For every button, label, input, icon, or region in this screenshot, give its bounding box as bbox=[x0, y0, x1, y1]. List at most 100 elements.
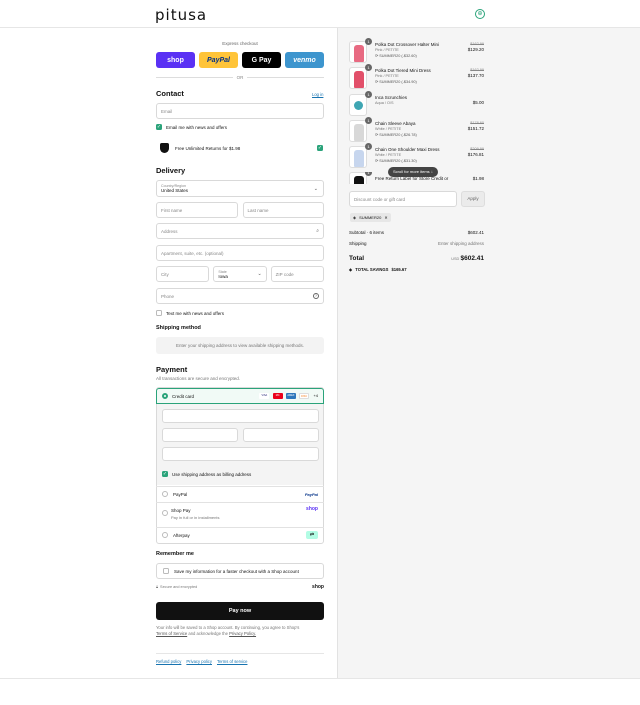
email-field[interactable]: Email bbox=[156, 103, 324, 119]
shield-icon bbox=[160, 143, 169, 153]
google-pay-button[interactable]: G Pay bbox=[242, 52, 281, 68]
more-cards-label: +4 bbox=[313, 393, 318, 399]
card-brands: VISA MC AMEX DISC +4 bbox=[257, 393, 318, 399]
apply-button[interactable]: Apply bbox=[461, 191, 485, 207]
save-info-checkbox[interactable] bbox=[163, 568, 169, 574]
product-name: Chain One Shoulder Maxi Dress bbox=[375, 147, 440, 152]
payment-title: Payment bbox=[156, 365, 188, 374]
help-icon[interactable]: ? bbox=[313, 293, 319, 299]
legal-text: Your info will be saved to a Shop accoun… bbox=[156, 625, 300, 636]
zip-field[interactable]: ZIP code bbox=[270, 266, 324, 282]
visa-icon: VISA bbox=[259, 393, 270, 399]
product-image bbox=[349, 41, 367, 63]
apartment-field[interactable]: Apartment, suite, etc. (optional) bbox=[156, 245, 324, 261]
footer-divider bbox=[0, 678, 640, 679]
paypal-option[interactable]: PayPal PayPal bbox=[156, 486, 324, 501]
product-shape bbox=[354, 176, 364, 184]
quantity-badge: 1 bbox=[365, 91, 372, 98]
expiration-field[interactable] bbox=[162, 428, 238, 442]
shipping-value: Enter shipping address bbox=[437, 241, 484, 246]
refund-policy-link[interactable]: Refund policy bbox=[156, 659, 181, 664]
paypal-radio[interactable] bbox=[162, 491, 168, 497]
credit-card-radio[interactable] bbox=[162, 393, 168, 399]
or-divider: OR bbox=[156, 73, 324, 81]
shop-pay-radio[interactable] bbox=[162, 510, 168, 516]
shop-pay-button[interactable]: shop bbox=[156, 52, 195, 68]
product-price: $137.70 bbox=[467, 73, 484, 78]
card-number-field[interactable] bbox=[162, 409, 319, 423]
billing-address-checkbox[interactable]: ✓ bbox=[162, 471, 168, 477]
card-form: ✓ Use shipping address as billing addres… bbox=[156, 404, 324, 485]
phone-field[interactable]: Phone ? bbox=[156, 288, 324, 304]
login-link[interactable]: Log in bbox=[312, 92, 323, 97]
afterpay-label: Afterpay bbox=[173, 532, 190, 538]
shipping-method-title: Shipping method bbox=[156, 325, 201, 331]
email-news-label: Email me with news and offers bbox=[166, 124, 227, 130]
afterpay-radio[interactable] bbox=[162, 532, 168, 538]
name-on-card-field[interactable] bbox=[162, 447, 319, 461]
email-news-checkbox[interactable]: ✓ bbox=[156, 124, 162, 130]
afterpay-icon: ⇄ bbox=[306, 531, 318, 539]
product-price: $176.81 bbox=[467, 152, 484, 157]
amex-icon: AMEX bbox=[285, 393, 296, 399]
product-image bbox=[349, 67, 367, 89]
quantity-badge: 1 bbox=[365, 143, 372, 150]
product-name: Polka Dot Tiered Mini Dress bbox=[375, 68, 431, 73]
paypal-logo: PayPal bbox=[304, 491, 318, 497]
product-name: Chain Sleeve Abaya bbox=[375, 121, 416, 126]
returns-protection-checkbox[interactable]: ✓ bbox=[317, 145, 323, 151]
privacy-policy-link[interactable]: Privacy policy bbox=[186, 659, 212, 664]
cart-item: 1 Polka Dot Crossover Halter Mini Pink / P… bbox=[349, 38, 484, 63]
applied-discount-tag: ◈ SUMMER20 ✕ bbox=[350, 213, 391, 222]
product-discount: ⟳ SUMMER20 (-$32.60) bbox=[375, 54, 417, 58]
cart-item: 1 Polka Dot Tiered Mini Dress Pink / PETIT… bbox=[349, 64, 484, 89]
discover-icon: DISC bbox=[299, 393, 310, 399]
venmo-button[interactable]: venmo bbox=[285, 52, 324, 68]
quantity-badge: 1 bbox=[365, 38, 372, 45]
express-buttons: shop PayPal G Pay venmo bbox=[156, 52, 324, 68]
shipping-method-message: Enter your shipping address to view avai… bbox=[156, 337, 324, 354]
quantity-badge: 1 bbox=[365, 117, 372, 124]
product-shape bbox=[354, 101, 363, 110]
shop-logo: shop bbox=[312, 584, 324, 590]
product-image bbox=[349, 120, 367, 142]
remove-icon[interactable]: ✕ bbox=[384, 213, 387, 222]
state-select[interactable]: State Iowa ⌄ bbox=[213, 266, 267, 282]
store-logo[interactable]: pitusa bbox=[155, 6, 207, 24]
discount-code-field[interactable]: Discount code or gift card bbox=[349, 191, 457, 207]
scroll-hint[interactable]: Scroll for more items ↓ bbox=[388, 167, 438, 177]
text-news-label: Text me with news and offers bbox=[166, 310, 224, 316]
product-name: Inca Scrunchies bbox=[375, 95, 408, 100]
arrow-down-icon: ↓ bbox=[430, 169, 433, 174]
afterpay-option[interactable]: Afterpay ⇄ bbox=[156, 527, 324, 542]
terms-of-service-link[interactable]: Terms of service bbox=[217, 659, 247, 664]
credit-card-label: Credit card bbox=[172, 393, 195, 399]
first-name-field[interactable]: First name bbox=[156, 202, 238, 218]
pay-now-button[interactable]: Pay now bbox=[156, 602, 324, 620]
shop-privacy-link[interactable]: Privacy Policy. bbox=[229, 631, 256, 636]
address-field[interactable]: Address ⌕ bbox=[156, 223, 324, 239]
cart-item: 1 Chain Sleeve Abaya White / PETITE ⟳ SUMME… bbox=[349, 117, 484, 142]
shop-pay-option[interactable]: Shop Pay Pay in full or in installments … bbox=[156, 502, 324, 523]
city-field[interactable]: City bbox=[156, 266, 210, 282]
last-name-field[interactable]: Last name bbox=[242, 202, 324, 218]
cart-item: 1 Chain One Shoulder Maxi Dress White / PE… bbox=[349, 143, 484, 168]
footer-links: Refund policy Privacy policy Terms of se… bbox=[156, 659, 324, 664]
credit-card-option[interactable]: Credit card VISA MC AMEX DISC +4 bbox=[156, 388, 324, 404]
payment-subtitle: All transactions are secure and encrypte… bbox=[156, 376, 241, 381]
bag-icon[interactable]: ⊕ bbox=[475, 9, 485, 19]
paypal-button[interactable]: PayPal bbox=[199, 52, 238, 68]
lock-icon: 🔒︎ bbox=[156, 585, 159, 589]
chevron-down-icon: ⌄ bbox=[257, 271, 262, 277]
country-select[interactable]: Country/Region United States ⌄ bbox=[156, 180, 324, 197]
security-code-field[interactable] bbox=[243, 428, 319, 442]
shop-pay-subtitle: Pay in full or in installments bbox=[171, 515, 220, 520]
shop-terms-link[interactable]: Terms of Service bbox=[156, 631, 187, 636]
product-image bbox=[349, 146, 367, 168]
shop-pay-label: Shop Pay bbox=[171, 508, 191, 513]
product-price: $1.98 bbox=[472, 176, 484, 181]
search-icon: ⌕ bbox=[316, 228, 319, 234]
express-checkout-title: Express checkout bbox=[222, 41, 258, 46]
text-news-checkbox[interactable] bbox=[156, 310, 162, 316]
original-price: $209.99 bbox=[470, 147, 484, 151]
